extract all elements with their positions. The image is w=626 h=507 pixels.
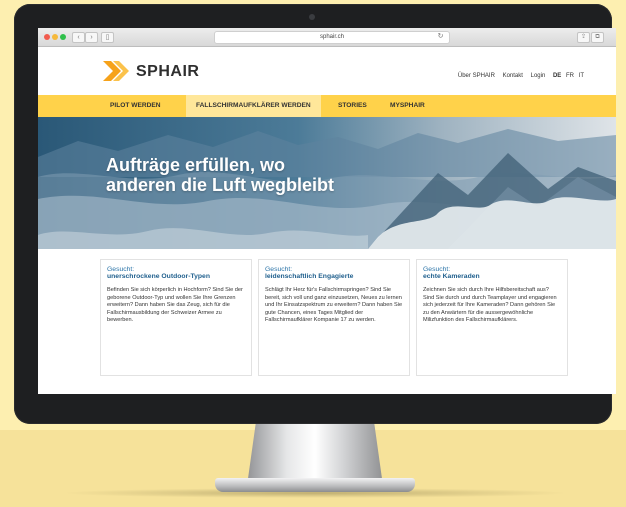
nav-mysphair[interactable]: MYSPHAIR xyxy=(380,95,435,117)
card-body: Befinden Sie sich körperlich in Hochform… xyxy=(107,287,243,324)
main-nav: PILOT WERDEN FALLSCHIRMAUFKLÄRER WERDEN … xyxy=(38,95,616,117)
lang-it[interactable]: IT xyxy=(579,73,584,79)
monitor-bezel: ‹ › ▯ sphair.ch ↻ ⇪ ⧉ SPHAIR Über SPHAIR… xyxy=(14,4,616,424)
forward-button[interactable]: › xyxy=(85,32,98,43)
card-label: Gesucht: xyxy=(107,266,135,273)
share-button[interactable]: ⇪ xyxy=(577,32,590,43)
tabs-button[interactable]: ⧉ xyxy=(591,32,604,43)
card-label: Gesucht: xyxy=(423,266,451,273)
nav-fallschirmaufklaerer-werden[interactable]: FALLSCHIRMAUFKLÄRER WERDEN xyxy=(186,95,321,117)
sphair-logo-icon[interactable] xyxy=(103,59,133,83)
chevron-right-icon: › xyxy=(90,34,93,41)
card-body: Zeichnen Sie sich durch Ihre Hilfsbereit… xyxy=(423,287,557,324)
util-link-login[interactable]: Login xyxy=(531,73,546,79)
nav-stories[interactable]: STORIES xyxy=(328,95,377,117)
lang-fr[interactable]: FR xyxy=(566,73,574,79)
card-kameraden[interactable]: Gesucht: echte Kameraden Zeichnen Sie si… xyxy=(416,259,568,376)
url-text: sphair.ch xyxy=(319,34,344,40)
hero-title: Aufträge erfüllen, wo anderen die Luft w… xyxy=(106,155,406,195)
browser-window: ‹ › ▯ sphair.ch ↻ ⇪ ⧉ SPHAIR Über SPHAIR… xyxy=(38,28,616,394)
hero-banner: Aufträge erfüllen, wo anderen die Luft w… xyxy=(38,117,616,249)
chevron-left-icon: ‹ xyxy=(77,34,80,41)
logo-text[interactable]: SPHAIR xyxy=(136,63,199,81)
maximize-window-button[interactable] xyxy=(60,34,66,40)
card-title[interactable]: unerschrockene Outdoor-Typen xyxy=(107,273,210,280)
card-body: Schlägt Ihr Herz für's Fallschirmspringe… xyxy=(265,287,403,324)
address-bar[interactable]: sphair.ch xyxy=(214,31,450,44)
card-label: Gesucht: xyxy=(265,266,293,273)
card-engagierte[interactable]: Gesucht: leidenschaftlich Engagierte Sch… xyxy=(258,259,410,376)
sidebar-toggle-button[interactable]: ▯ xyxy=(101,32,114,43)
card-title[interactable]: echte Kameraden xyxy=(423,273,480,280)
minimize-window-button[interactable] xyxy=(52,34,58,40)
lang-de[interactable]: DE xyxy=(553,73,561,79)
util-link-about[interactable]: Über SPHAIR xyxy=(458,73,495,79)
site-header: SPHAIR Über SPHAIR Kontakt Login DE FR I… xyxy=(38,47,616,95)
camera-icon xyxy=(309,14,315,20)
nav-pilot-werden[interactable]: PILOT WERDEN xyxy=(100,95,171,117)
close-window-button[interactable] xyxy=(44,34,50,40)
cards-section: Gesucht: unerschrockene Outdoor-Typen Be… xyxy=(38,249,616,394)
card-outdoor-typen[interactable]: Gesucht: unerschrockene Outdoor-Typen Be… xyxy=(100,259,252,376)
hero-title-line-2: anderen die Luft wegbleibt xyxy=(106,175,335,195)
back-button[interactable]: ‹ xyxy=(72,32,85,43)
share-icon: ⇪ xyxy=(580,34,587,40)
monitor-stand-base xyxy=(215,478,415,492)
hero-title-line-1: Aufträge erfüllen, wo xyxy=(106,155,286,175)
tabs-icon: ⧉ xyxy=(595,34,600,40)
browser-toolbar: ‹ › ▯ sphair.ch ↻ ⇪ ⧉ xyxy=(38,28,616,47)
monitor-stand-neck xyxy=(247,420,383,480)
utility-nav: Über SPHAIR Kontakt Login DE FR IT xyxy=(452,73,584,79)
card-title[interactable]: leidenschaftlich Engagierte xyxy=(265,273,353,280)
util-link-contact[interactable]: Kontakt xyxy=(503,73,523,79)
sidebar-icon: ▯ xyxy=(105,34,110,41)
reload-icon[interactable]: ↻ xyxy=(435,31,446,42)
